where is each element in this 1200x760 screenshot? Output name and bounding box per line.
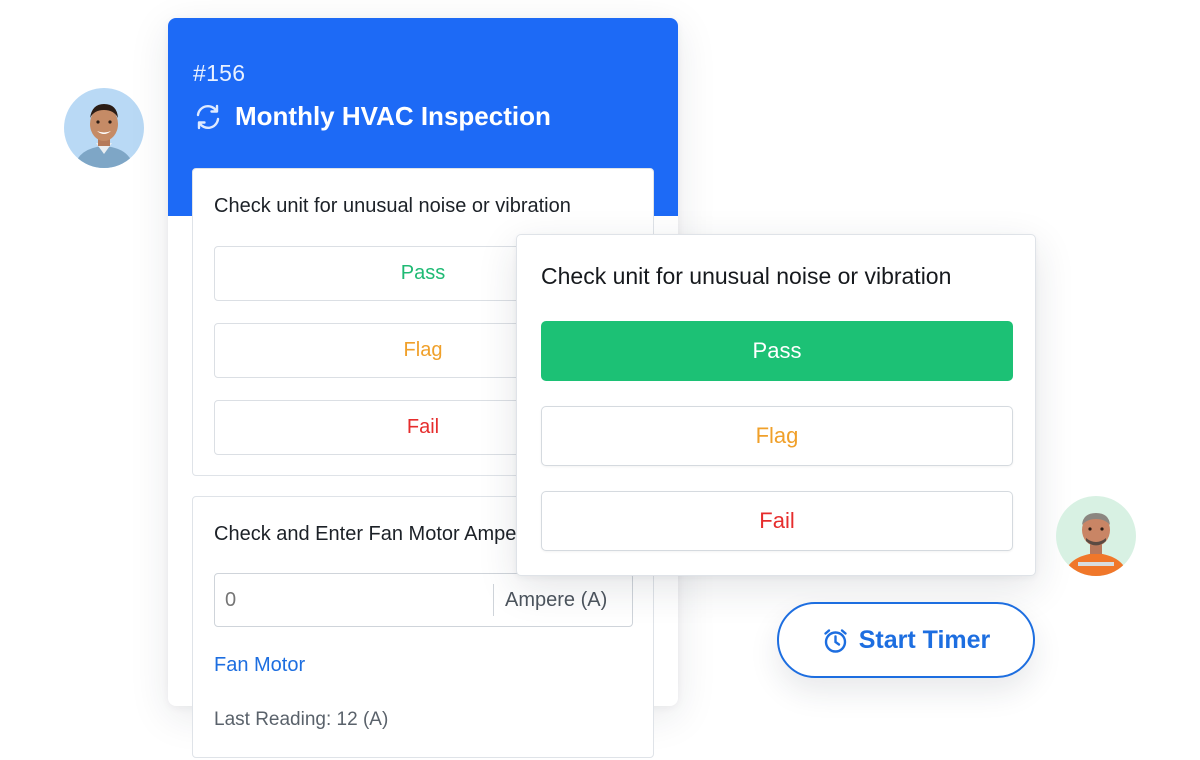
fail-button[interactable]: Fail bbox=[541, 491, 1013, 551]
ampere-input[interactable] bbox=[215, 574, 493, 626]
inspection-task-card-focused: Check unit for unusual noise or vibratio… bbox=[516, 234, 1036, 576]
fail-label: Fail bbox=[406, 416, 440, 438]
meter-task-question: Check and Enter Fan Motor Ampere bbox=[214, 523, 535, 545]
fail-label: Fail bbox=[759, 508, 795, 533]
ampere-unit-label: Ampere (A) bbox=[505, 588, 608, 611]
work-order-title: Monthly HVAC Inspection bbox=[235, 101, 551, 131]
start-timer-button[interactable]: Start Timer bbox=[777, 602, 1035, 678]
fan-motor-link[interactable]: Fan Motor bbox=[214, 654, 305, 677]
last-reading-text: Last Reading: 12 (A) bbox=[214, 709, 389, 730]
technician-avatar bbox=[64, 88, 144, 168]
task-question: Check unit for unusual noise or vibratio… bbox=[214, 195, 571, 217]
pass-label: Pass bbox=[752, 338, 802, 363]
flag-label: Flag bbox=[755, 423, 799, 448]
ampere-field: Ampere (A) bbox=[214, 573, 633, 627]
task-question: Check unit for unusual noise or vibratio… bbox=[541, 263, 952, 289]
flag-label: Flag bbox=[403, 339, 443, 361]
stopwatch-icon bbox=[822, 627, 849, 654]
work-order-number: #156 bbox=[193, 60, 246, 86]
worker-avatar bbox=[1056, 496, 1136, 576]
pass-button-selected[interactable]: Pass bbox=[541, 321, 1013, 381]
start-timer-label: Start Timer bbox=[858, 625, 991, 654]
pass-label: Pass bbox=[400, 262, 446, 284]
flag-button[interactable]: Flag bbox=[541, 406, 1013, 466]
sync-icon bbox=[193, 102, 223, 132]
work-order-title-row: Monthly HVAC Inspection bbox=[193, 101, 551, 132]
